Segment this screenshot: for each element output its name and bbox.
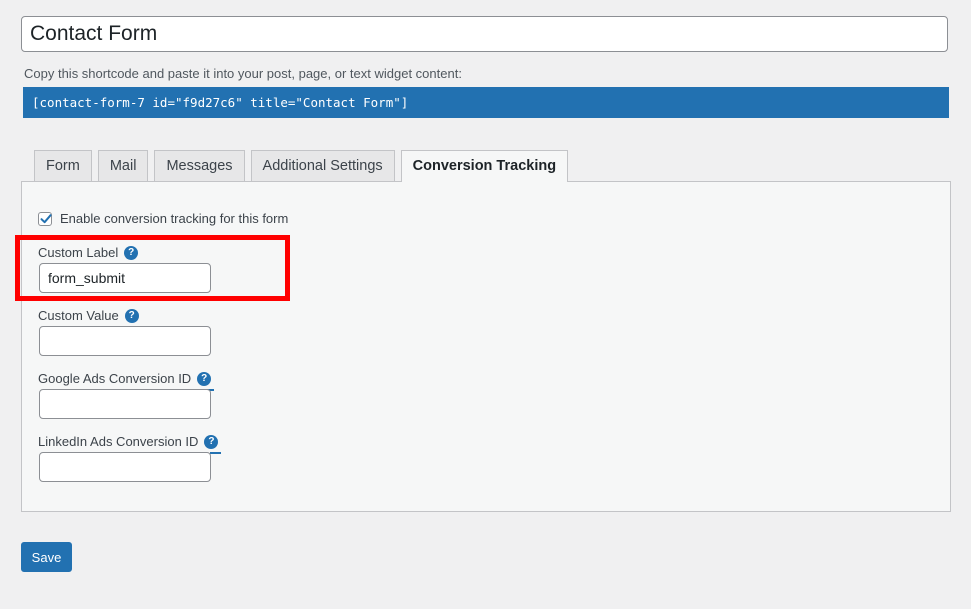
google-ads-conversion-id-label: Google Ads Conversion ID ?: [38, 371, 215, 391]
custom-label-label: Custom Label ?: [38, 245, 139, 260]
custom-value-text: Custom Value: [38, 308, 119, 323]
editor-tabs: Form Mail Messages Additional Settings C…: [34, 150, 569, 182]
google-ads-conversion-id-input[interactable]: [39, 389, 211, 419]
custom-label-input[interactable]: [39, 263, 211, 293]
linkedin-ads-conversion-id-label: LinkedIn Ads Conversion ID ?: [38, 434, 222, 454]
custom-label-text: Custom Label: [38, 245, 119, 260]
save-button[interactable]: Save: [21, 542, 72, 572]
help-question-icon[interactable]: ?: [204, 434, 222, 454]
shortcode-box[interactable]: [contact-form-7 id="f9d27c6" title="Cont…: [23, 87, 949, 118]
form-title-input[interactable]: [21, 16, 948, 52]
tab-conversion-tracking[interactable]: Conversion Tracking: [400, 150, 569, 182]
help-question-icon[interactable]: ?: [124, 245, 139, 260]
google-ads-conversion-id-text: Google Ads Conversion ID: [38, 371, 192, 386]
linkedin-ads-conversion-id-text: LinkedIn Ads Conversion ID: [38, 434, 199, 449]
tab-additional-settings[interactable]: Additional Settings: [250, 150, 395, 181]
checkmark-icon: [40, 213, 52, 223]
tab-messages[interactable]: Messages: [154, 150, 245, 181]
enable-tracking-row[interactable]: Enable conversion tracking for this form: [38, 211, 288, 226]
enable-tracking-checkbox[interactable]: [38, 211, 52, 226]
linkedin-ads-conversion-id-input[interactable]: [39, 452, 211, 482]
shortcode-caption: Copy this shortcode and paste it into yo…: [24, 66, 462, 81]
tab-mail[interactable]: Mail: [97, 150, 149, 181]
help-question-icon[interactable]: ?: [197, 371, 215, 391]
custom-value-label: Custom Value ?: [38, 308, 139, 323]
enable-tracking-label: Enable conversion tracking for this form: [60, 211, 289, 226]
custom-value-input[interactable]: [39, 326, 211, 356]
tab-form[interactable]: Form: [34, 150, 92, 181]
help-question-icon[interactable]: ?: [124, 308, 139, 323]
